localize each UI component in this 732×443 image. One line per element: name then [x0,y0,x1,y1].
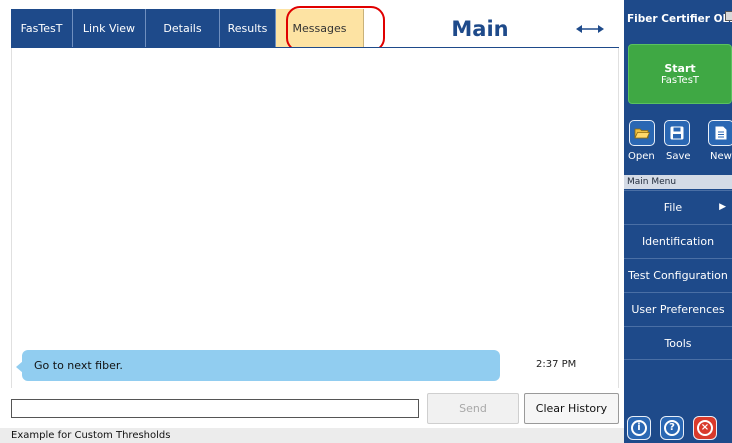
new-document-icon [715,126,727,140]
submenu-arrow-icon: ▶ [719,202,726,212]
tab-bar: FasTesT Link View Details Results Messag… [0,0,624,52]
window-icon [725,11,732,21]
new-button[interactable] [708,120,732,146]
main-area: FasTesT Link View Details Results Messag… [0,0,624,443]
send-button[interactable]: Send [427,393,519,424]
save-button[interactable] [664,120,690,146]
double-arrow-glyph [576,25,604,33]
new-label: New [710,151,732,162]
tab-fastest[interactable]: FasTesT [11,9,73,48]
main-menu-header: Main Menu [624,175,732,189]
floppy-disk-icon [670,126,684,140]
tab-results[interactable]: Results [220,9,276,48]
menu-item-identification[interactable]: Identification [624,224,732,258]
sidebar: Fiber Certifier OLTS Start FasTesT Open … [624,0,732,443]
tab-details[interactable]: Details [146,9,220,48]
tabs: FasTesT Link View Details Results Messag… [11,9,364,48]
open-label: Open [628,151,655,162]
info-icon: i [631,420,647,436]
menu-item-user-preferences[interactable]: User Preferences [624,292,732,326]
message-input[interactable] [11,399,419,418]
tab-link-view[interactable]: Link View [73,9,146,48]
tab-messages[interactable]: Messages [276,9,364,48]
save-label: Save [666,151,691,162]
start-button[interactable]: Start FasTesT [628,44,732,104]
main-title: Main [420,12,540,46]
status-bar: Example for Custom Thresholds [0,428,624,443]
close-icon: × [697,420,713,436]
menu-item-test-configuration[interactable]: Test Configuration [624,258,732,292]
info-button[interactable]: i [627,416,651,440]
help-icon: ? [664,420,680,436]
app-title: Fiber Certifier OLTS [627,13,732,25]
menu-item-file[interactable]: File ▶ [624,190,732,224]
help-button[interactable]: ? [660,416,684,440]
clear-history-button[interactable]: Clear History [524,393,619,424]
menu-item-tools[interactable]: Tools [624,326,732,360]
close-button[interactable]: × [693,416,717,440]
open-button[interactable] [629,120,655,146]
message-time: 2:37 PM [536,359,577,370]
start-sublabel: FasTesT [660,75,700,86]
double-arrow-icon[interactable] [575,14,605,44]
message-bubble: Go to next fiber. [22,350,500,381]
folder-open-icon [634,128,650,139]
messages-pane [11,48,619,388]
start-label: Start [664,62,696,75]
menu-item-label: File [663,201,683,214]
message-text: Go to next fiber. [34,359,123,372]
